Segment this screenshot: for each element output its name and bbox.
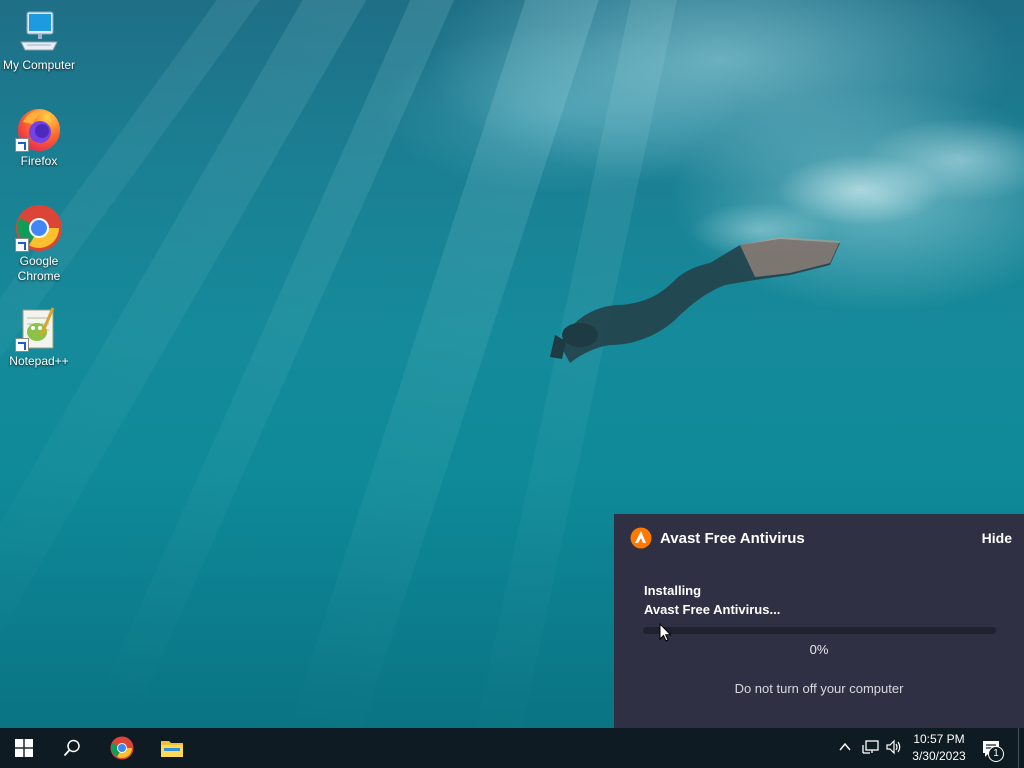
install-warning-note: Do not turn off your computer <box>734 681 904 696</box>
shortcut-arrow-icon <box>15 238 29 252</box>
freediver-silhouette <box>550 237 840 363</box>
desktop-icon-label: Firefox <box>20 154 58 168</box>
avast-title: Avast Free Antivirus <box>660 529 805 547</box>
chrome-icon <box>110 736 134 760</box>
show-desktop-button[interactable] <box>1018 728 1024 768</box>
notification-count-badge: 1 <box>988 746 1004 762</box>
avast-logo-icon <box>630 527 652 549</box>
avast-install-popup: Avast Free Antivirus Hide Installing Ava… <box>614 514 1024 728</box>
install-status-line2: Avast Free Antivirus... <box>644 602 781 617</box>
desktop-icon-google-chrome[interactable]: Google Chrome <box>1 204 77 284</box>
mouse-cursor-icon <box>659 623 672 642</box>
desktop-icon-firefox[interactable]: Firefox <box>1 104 77 169</box>
firefox-icon <box>15 104 63 152</box>
windows-logo-icon <box>15 739 33 757</box>
avast-header: Avast Free Antivirus Hide <box>630 524 1012 552</box>
search-icon <box>63 739 80 757</box>
show-hidden-icons-chevron-icon[interactable] <box>838 740 852 754</box>
folder-icon <box>161 741 183 757</box>
chrome-icon <box>15 204 63 252</box>
install-progress-percent: 0% <box>809 642 829 657</box>
computer-icon <box>15 8 63 56</box>
desktop-icon-label: Notepad++ <box>9 354 69 368</box>
desktop-icon-label: Google Chrome <box>17 254 61 283</box>
shortcut-arrow-icon <box>15 338 29 352</box>
desktop-icon-notepad-plus-plus[interactable]: Notepad++ <box>1 304 77 369</box>
desktop-icon-label: My Computer <box>2 58 76 72</box>
network-icon[interactable] <box>862 739 880 755</box>
taskbar-chrome-button[interactable] <box>98 728 146 768</box>
clock-time: 10:57 PM <box>913 732 965 746</box>
clock-date: 3/30/2023 <box>912 749 966 763</box>
start-button[interactable] <box>0 728 48 768</box>
taskbar-file-explorer-button[interactable] <box>148 728 196 768</box>
shortcut-arrow-icon <box>15 138 29 152</box>
search-button[interactable] <box>48 728 96 768</box>
hide-button[interactable]: Hide <box>982 530 1012 546</box>
install-progress-bar <box>643 627 996 634</box>
desktop-icon-my-computer[interactable]: My Computer <box>1 8 77 73</box>
install-status-line1: Installing <box>644 583 702 598</box>
install-status: Installing Avast Free Antivirus... <box>644 581 780 619</box>
notepad-plus-plus-icon <box>15 304 63 352</box>
volume-icon[interactable] <box>885 739 903 755</box>
taskbar-clock[interactable]: 10:57 PM 3/30/2023 <box>906 731 972 765</box>
taskbar: 10:57 PM 3/30/2023 1 <box>0 728 1024 768</box>
